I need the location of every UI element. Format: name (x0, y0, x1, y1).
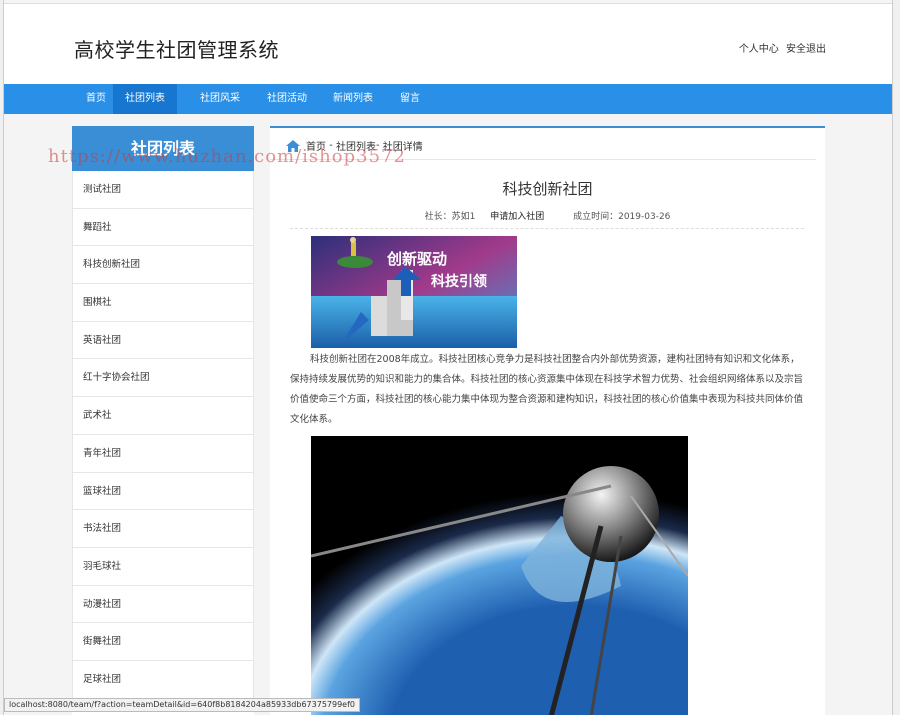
site-title: 高校学生社团管理系统 (74, 38, 279, 62)
main-content: 首页 - 社团列表 - 社团详情 科技创新社团 社长：苏如1 申请加入社团 成立… (270, 126, 825, 715)
founded-date: 2019-03-26 (618, 212, 671, 222)
club-description: 科技创新社团在2008年成立。科技社团核心竞争力是科技社团整合内外部优势资源，建… (290, 354, 804, 425)
sidebar-list: 测试社团 舞蹈社 科技创新社团 围棋社 英语社团 红十字协会社团 武术社 青年社… (72, 171, 254, 699)
browser-status-url: localhost:8080/team/f?action=teamDetail&… (4, 698, 360, 712)
logout-link[interactable]: 安全退出 (786, 44, 826, 55)
club-title: 科技创新社团 (502, 180, 593, 198)
sidebar-item-tech-innovation-club[interactable]: 科技创新社团 (72, 246, 254, 285)
sidebar-title: 社团列表 (72, 126, 254, 171)
president-name: 苏如1 (451, 212, 476, 222)
join-club-link[interactable]: 申请加入社团 (490, 212, 544, 222)
sidebar-item-go-club[interactable]: 围棋社 (72, 284, 254, 322)
sidebar-item-red-cross-club[interactable]: 红十字协会社团 (72, 359, 254, 398)
breadcrumb: 首页 - 社团列表 - 社团详情 (286, 138, 423, 153)
sidebar-item-street-dance-club[interactable]: 街舞社团 (72, 623, 254, 661)
nav-messages[interactable]: 留言 (388, 84, 432, 114)
nav-home[interactable]: 首页 (74, 84, 118, 114)
founded-label: 成立时间： (573, 212, 619, 222)
breadcrumb-current: 社团详情 (382, 142, 423, 153)
user-center-link[interactable]: 个人中心 (739, 44, 779, 55)
divider (290, 228, 804, 229)
club-meta: 社长：苏如1 申请加入社团 成立时间：2019-03-26 (270, 209, 825, 222)
breadcrumb-club-list[interactable]: 社团列表 (336, 138, 376, 153)
main-nav: 首页 社团列表 社团风采 社团活动 新闻列表 留言 (4, 84, 892, 114)
sidebar-item-english-club[interactable]: 英语社团 (72, 321, 254, 360)
sidebar-item-dance-club[interactable]: 舞蹈社 (72, 208, 254, 247)
divider (270, 159, 816, 160)
site-header: 高校学生社团管理系统 个人中心 安全退出 (4, 4, 892, 84)
club-photo (311, 436, 688, 715)
sidebar-item-anime-club[interactable]: 动漫社团 (72, 585, 254, 624)
nav-news-list[interactable]: 新闻列表 (321, 84, 385, 114)
sidebar-item-calligraphy-club[interactable]: 书法社团 (72, 510, 254, 548)
breadcrumb-home[interactable]: 首页 (306, 138, 326, 153)
sidebar-item-martial-arts-club[interactable]: 武术社 (72, 397, 254, 435)
banner-text-1: 创新驱动 (386, 250, 447, 268)
sidebar-item-youth-club[interactable]: 青年社团 (72, 434, 254, 473)
sidebar-item-test-club[interactable]: 测试社团 (72, 171, 254, 209)
nav-club-activities[interactable]: 社团活动 (255, 84, 319, 114)
club-banner-image: 创新驱动 科技引领 (311, 236, 517, 348)
breadcrumb-separator: - (326, 140, 336, 151)
sidebar-item-basketball-club[interactable]: 篮球社团 (72, 472, 254, 511)
sidebar: 社团列表 测试社团 舞蹈社 科技创新社团 围棋社 英语社团 红十字协会社团 武术… (72, 126, 254, 715)
home-icon (286, 139, 300, 152)
nav-club-style[interactable]: 社团风采 (188, 84, 252, 114)
window-scrollbar[interactable] (892, 0, 900, 715)
sidebar-item-football-club[interactable]: 足球社团 (72, 660, 254, 699)
president-label: 社长： (424, 212, 452, 222)
banner-text-2: 科技引领 (431, 273, 487, 289)
breadcrumb-separator: - (375, 140, 383, 151)
nav-club-list[interactable]: 社团列表 (113, 84, 177, 114)
user-links: 个人中心 安全退出 (735, 40, 826, 55)
sidebar-item-badminton-club[interactable]: 羽毛球社 (72, 547, 254, 586)
